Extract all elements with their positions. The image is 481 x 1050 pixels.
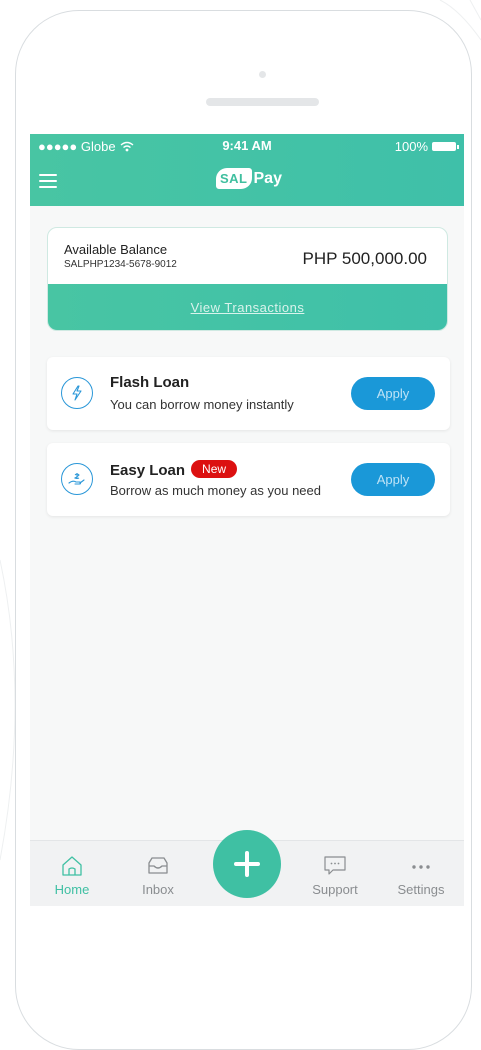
add-action-button[interactable] xyxy=(213,830,281,898)
status-bar: ●●●●● Globe 9:41 AM 100% xyxy=(30,134,464,158)
app-screen: ●●●●● Globe 9:41 AM 100% SAL Pay Availab… xyxy=(30,134,464,906)
hamburger-menu-icon[interactable] xyxy=(39,174,57,188)
inbox-icon xyxy=(148,857,168,874)
account-number: SALPHP1234-5678-9012 xyxy=(64,259,177,270)
more-dots-icon xyxy=(412,865,430,869)
new-badge: New xyxy=(191,460,238,478)
plus-icon xyxy=(234,851,260,877)
flash-loan-title: Flash Loan xyxy=(110,374,190,391)
logo-pay: Pay xyxy=(253,169,282,187)
easy-loan-title: Easy Loan New xyxy=(110,460,238,479)
lightning-icon xyxy=(61,377,93,409)
tab-home-label: Home xyxy=(54,882,90,897)
tab-inbox[interactable]: Inbox xyxy=(123,841,193,906)
balance-label: Available Balance xyxy=(64,242,168,257)
flash-loan-apply-button[interactable]: Apply xyxy=(351,377,435,410)
salpay-logo: SAL Pay xyxy=(216,168,282,189)
tab-inbox-label: Inbox xyxy=(142,882,174,897)
balance-footer: View Transactions xyxy=(48,284,447,330)
app-header: ●●●●● Globe 9:41 AM 100% SAL Pay xyxy=(30,134,464,206)
chat-bubble-icon xyxy=(324,856,346,875)
home-icon xyxy=(62,856,82,876)
easy-loan-apply-button[interactable]: Apply xyxy=(351,463,435,496)
hand-money-icon xyxy=(61,463,93,495)
battery-status: 100% xyxy=(394,139,459,154)
earpiece-speaker xyxy=(206,98,319,106)
tab-support-label: Support xyxy=(312,882,358,897)
battery-icon xyxy=(432,142,459,151)
front-camera xyxy=(259,71,266,78)
view-transactions-link[interactable]: View Transactions xyxy=(191,300,305,315)
easy-loan-card: Easy Loan New Borrow as much money as you… xyxy=(47,443,450,516)
balance-amount: PHP 500,000.00 xyxy=(302,249,427,268)
battery-percent: 100% xyxy=(394,139,428,154)
balance-card: Available Balance SALPHP1234-5678-9012 P… xyxy=(47,227,448,331)
flash-loan-description: You can borrow money instantly xyxy=(110,397,294,412)
flash-loan-card: Flash Loan You can borrow money instantl… xyxy=(47,357,450,430)
tab-home[interactable]: Home xyxy=(37,841,107,906)
tab-support[interactable]: Support xyxy=(300,841,370,906)
easy-loan-description: Borrow as much money as you need xyxy=(110,483,321,498)
easy-loan-title-text: Easy Loan xyxy=(110,462,186,479)
tab-settings[interactable]: Settings xyxy=(386,841,456,906)
logo-sal: SAL xyxy=(216,168,252,189)
tab-settings-label: Settings xyxy=(397,882,445,897)
